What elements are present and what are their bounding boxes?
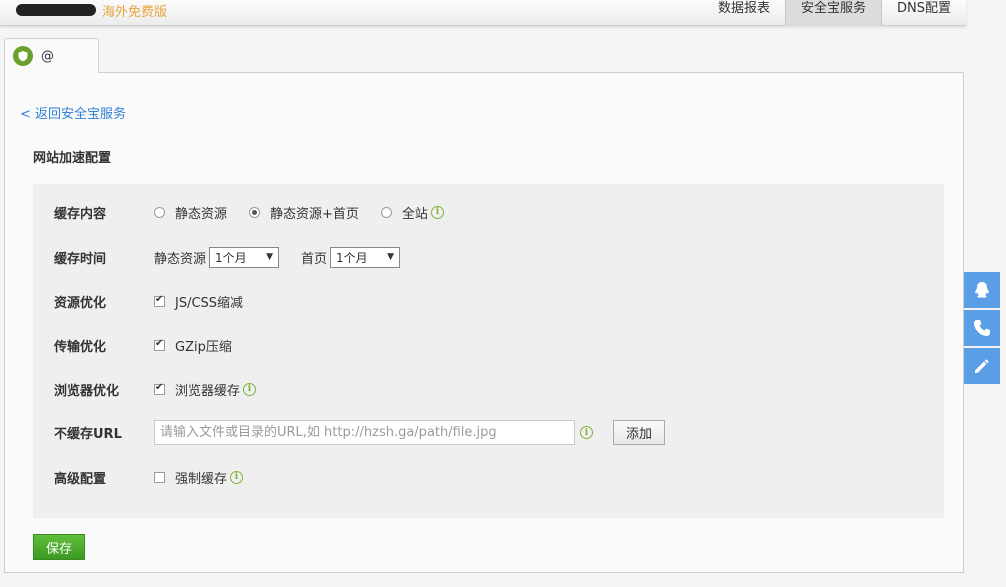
brand-edition-label: 海外免费版 (102, 5, 168, 20)
label-browser-opt: 浏览器优化 (54, 383, 120, 399)
option-jscss-minify[interactable]: JS/CSS缩减 (154, 292, 243, 311)
home-time-select[interactable]: 1个月 ▼ (330, 246, 401, 268)
row-browser-opt: 浏览器优化 浏览器缓存 i (54, 377, 278, 401)
row-transfer-opt: 传输优化 GZip压缩 (54, 333, 254, 357)
option-static[interactable]: 静态资源 (154, 203, 227, 222)
main-panel: < 返回安全宝服务 网站加速配置 缓存内容 静态资源 静态资源+首页 全站 i … (4, 72, 964, 573)
radio-static-home[interactable] (249, 206, 261, 218)
config-form: 缓存内容 静态资源 静态资源+首页 全站 i 缓存时间 静态资源 1个月 ▼ 首… (33, 184, 944, 518)
row-cache-time: 缓存时间 静态资源 1个月 ▼ 首页 1个月 ▼ (54, 245, 401, 269)
top-bar: 海外免费版 数据报表 安全宝服务 DNS配置 (0, 0, 966, 26)
option-gzip[interactable]: GZip压缩 (154, 336, 232, 355)
domain-tab[interactable]: @ (4, 38, 99, 73)
pencil-icon[interactable] (964, 348, 1000, 384)
checkbox-gzip[interactable] (154, 338, 165, 351)
option-whole-site[interactable]: 全站 i (380, 203, 444, 222)
row-resource-opt: 资源优化 JS/CSS缩减 (54, 289, 265, 313)
row-advanced: 高级配置 强制缓存 i (54, 465, 265, 489)
option-force-cache-label: 强制缓存 (175, 471, 228, 487)
brand-logo-redacted (16, 4, 96, 16)
tab-label: @ (41, 48, 54, 64)
nav-security-service[interactable]: 安全宝服务 (784, 0, 882, 26)
option-static-home-label: 静态资源+首页 (270, 206, 359, 222)
back-link[interactable]: < 返回安全宝服务 (20, 103, 126, 122)
checkbox-browser-cache[interactable] (154, 382, 165, 395)
info-icon[interactable]: i (230, 470, 244, 484)
info-icon[interactable]: i (580, 426, 593, 439)
checkbox-jscss-minify[interactable] (154, 294, 165, 307)
label-nocache-url: 不缓存URL (54, 427, 122, 442)
info-icon[interactable]: i (243, 382, 257, 396)
label-cache-content: 缓存内容 (54, 206, 107, 222)
option-jscss-label: JS/CSS缩减 (175, 295, 244, 311)
section-title: 网站加速配置 (33, 151, 112, 166)
option-force-cache[interactable]: 强制缓存 i (154, 468, 244, 487)
checkbox-force-cache[interactable] (154, 471, 165, 483)
option-browser-cache-label: 浏览器缓存 (175, 383, 241, 399)
row-cache-content: 缓存内容 静态资源 静态资源+首页 全站 i (54, 200, 444, 224)
label-cache-time: 缓存时间 (54, 251, 107, 267)
side-toolbar (964, 272, 1000, 386)
info-icon[interactable]: i (430, 205, 444, 219)
nocache-url-input[interactable] (154, 420, 575, 445)
option-static-home[interactable]: 静态资源+首页 (249, 203, 359, 222)
home-time-label: 首页 (301, 251, 328, 267)
radio-static[interactable] (154, 206, 165, 218)
option-whole-site-label: 全站 (401, 206, 428, 222)
option-static-label: 静态资源 (175, 206, 228, 222)
radio-whole-site[interactable] (380, 206, 392, 218)
qq-icon[interactable] (964, 272, 1000, 308)
label-transfer-opt: 传输优化 (54, 339, 107, 355)
shield-icon (13, 46, 33, 66)
static-time-value: 1个月 (215, 250, 247, 265)
add-url-button[interactable]: 添加 (613, 420, 665, 445)
label-resource-opt: 资源优化 (54, 295, 107, 311)
static-time-select[interactable]: 1个月 ▼ (209, 246, 280, 268)
caret-down-icon: ▼ (387, 252, 395, 262)
nav-data-reports[interactable]: 数据报表 (703, 0, 785, 26)
nav-dns-config[interactable]: DNS配置 (882, 0, 966, 26)
top-nav: 数据报表 安全宝服务 DNS配置 (703, 0, 966, 26)
phone-icon[interactable] (964, 310, 1000, 346)
option-gzip-label: GZip压缩 (175, 339, 232, 355)
caret-down-icon: ▼ (266, 252, 274, 262)
label-advanced: 高级配置 (54, 471, 107, 487)
home-time-value: 1个月 (336, 250, 368, 265)
option-browser-cache[interactable]: 浏览器缓存 i (154, 380, 257, 399)
save-button[interactable]: 保存 (33, 534, 85, 560)
static-time-label: 静态资源 (154, 251, 207, 267)
row-nocache-url: 不缓存URL i 添加 (54, 419, 665, 446)
